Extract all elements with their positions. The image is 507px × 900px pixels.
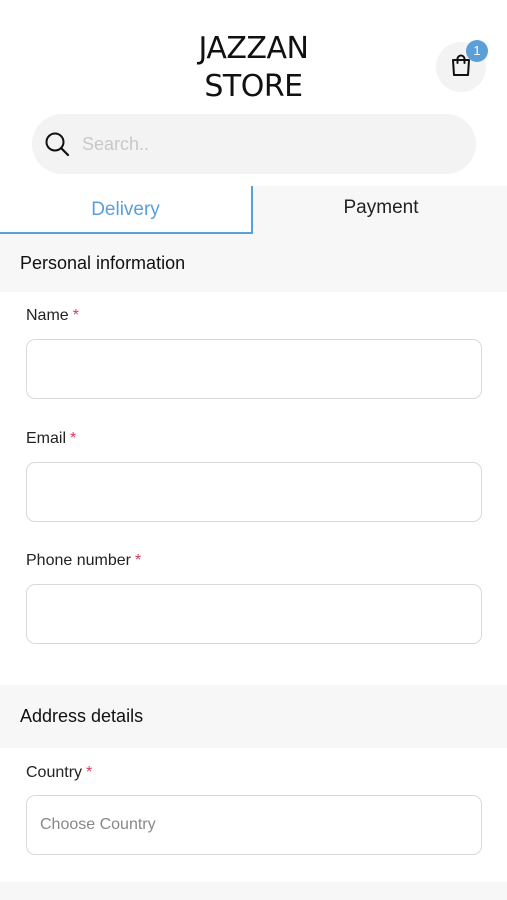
name-field[interactable]: [26, 339, 482, 399]
email-field[interactable]: [26, 462, 482, 522]
section-title: Personal information: [20, 252, 186, 273]
section-address-details: Address details: [0, 685, 507, 748]
name-label: Name *: [26, 307, 79, 324]
phone-label: Phone number *: [26, 552, 142, 569]
required-marker: *: [134, 552, 142, 569]
logo-line-1: JAZZAN: [198, 31, 309, 66]
country-select[interactable]: [26, 795, 482, 855]
country-label: Country *: [26, 764, 93, 781]
store-logo[interactable]: JAZZAN STORE: [0, 30, 507, 106]
tab-payment[interactable]: Payment: [255, 186, 507, 234]
tab-delivery[interactable]: Delivery: [0, 186, 253, 234]
cart-button[interactable]: 1: [436, 40, 488, 92]
search-input[interactable]: [80, 132, 444, 156]
cart-count-badge: 1: [466, 40, 488, 62]
section-personal-information: Personal information: [0, 234, 507, 292]
checkout-tabs: Delivery Payment: [0, 186, 507, 234]
section-title: Address details: [20, 706, 144, 726]
required-marker: *: [70, 430, 77, 447]
required-marker: *: [72, 307, 79, 324]
next-section-strip: [0, 882, 507, 900]
required-marker: *: [86, 764, 93, 781]
email-label: Email *: [26, 430, 77, 447]
search-icon[interactable]: [44, 131, 70, 157]
logo-line-2: STORE: [204, 69, 303, 104]
phone-field[interactable]: [26, 584, 482, 644]
search-bar[interactable]: [32, 114, 476, 174]
